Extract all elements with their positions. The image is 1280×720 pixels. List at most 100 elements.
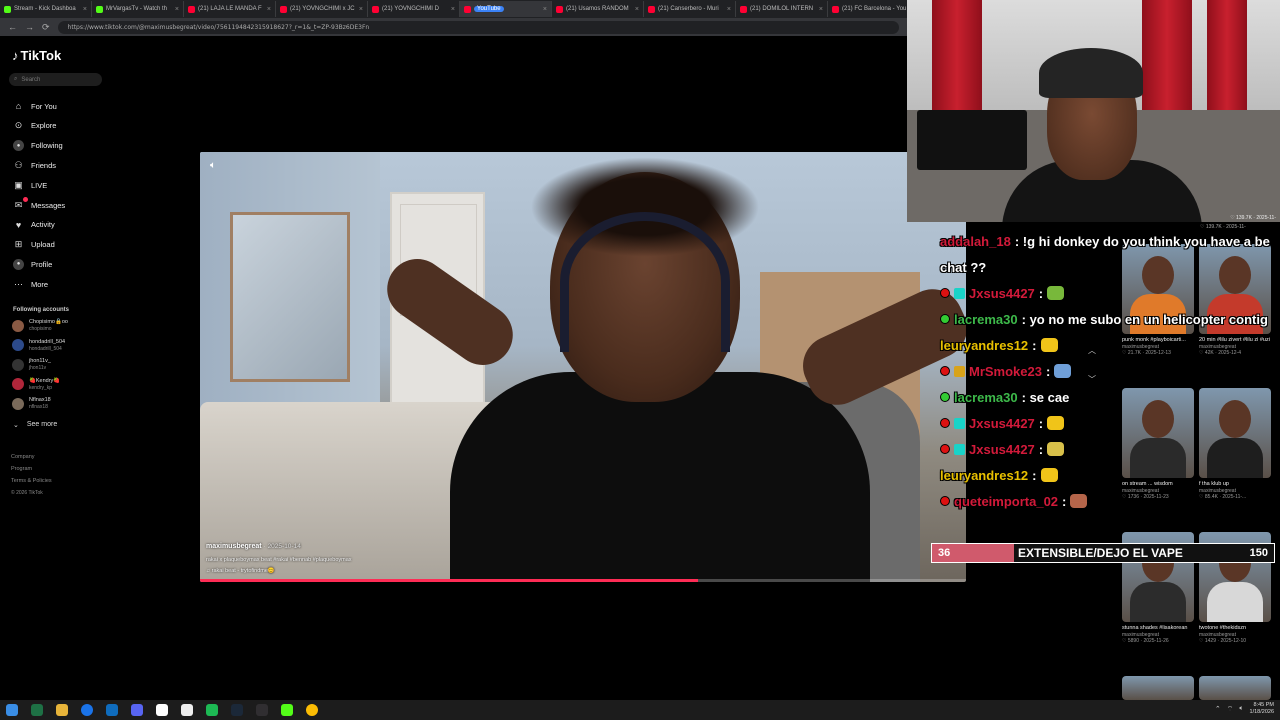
chevron-up-icon[interactable]: ⌃	[1215, 705, 1221, 713]
sidebar-item-activity[interactable]: ♥ Activity	[13, 218, 55, 232]
back-icon[interactable]: ←	[8, 22, 17, 32]
verified-badge-icon	[940, 392, 950, 402]
video-person-body	[450, 372, 870, 582]
reload-icon[interactable]: ⟳	[42, 22, 50, 33]
messages-icon: ✉	[14, 196, 28, 210]
see-more-button[interactable]: ⌄ See more	[13, 421, 57, 429]
tab-close-icon[interactable]: ×	[175, 6, 179, 13]
spotify-icon[interactable]	[206, 704, 218, 716]
moderator-badge-icon	[940, 366, 950, 376]
stream-chat-overlay: addalah_18: !g hi donkey do you think yo…	[940, 232, 1280, 512]
profile-icon: ●	[13, 258, 24, 270]
tab-favicon-icon	[4, 5, 11, 13]
capcut-icon[interactable]	[181, 704, 193, 716]
sidebar-item-more[interactable]: ⋯ More	[13, 277, 48, 291]
url-field[interactable]: https://www.tiktok.com/@maximusbegreat/v…	[57, 20, 899, 34]
following-icon: ●	[13, 140, 24, 152]
video-progress-bar[interactable]	[200, 579, 966, 582]
chat-username: Jxsus4427	[969, 285, 1035, 301]
sidebar-item-explore[interactable]: ⊙ Explore	[13, 119, 57, 133]
following-account[interactable]: Chopisimo🔒oo chopisimo	[12, 319, 68, 332]
discord-icon[interactable]	[131, 704, 143, 716]
steam-icon[interactable]	[231, 704, 243, 716]
tab-close-icon[interactable]: ×	[727, 6, 731, 13]
chat-message: Jxsus4427:	[940, 440, 1065, 458]
related-video-thumbnail[interactable]	[1122, 676, 1194, 700]
sidebar-item-upload[interactable]: ⊞ Upload	[13, 238, 55, 252]
windows-icon[interactable]	[6, 704, 18, 716]
video-frame	[200, 152, 966, 582]
account-name: hondadrill_504	[29, 338, 66, 345]
browser-tab[interactable]: YouTube ×	[460, 1, 552, 17]
related-video-thumbnail[interactable]	[1199, 676, 1271, 700]
tab-close-icon[interactable]: ×	[451, 6, 455, 13]
tab-favicon-icon	[464, 5, 471, 13]
video-music[interactable]: ♫ rakai beat - trytofindme😊	[206, 568, 352, 574]
sidebar-item-for-you[interactable]: ⌂ For You	[13, 99, 57, 113]
browser-tab[interactable]: (21) DOMILOL INTERN ×	[736, 1, 828, 17]
moderator-badge-icon	[940, 444, 950, 454]
file-explorer-icon[interactable]	[56, 704, 68, 716]
kick-icon[interactable]	[281, 704, 293, 716]
following-account[interactable]: jhon11v_ jhon11v	[12, 358, 51, 371]
forward-icon[interactable]: →	[25, 22, 34, 32]
chat-username: lacrema30	[954, 311, 1018, 327]
sidebar-item-label: Upload	[31, 240, 55, 250]
browser-tab[interactable]: Stream - Kick Dashboa ×	[0, 1, 92, 17]
browser-tab[interactable]: (21) LAJA LE MANDA F ×	[184, 1, 276, 17]
following-account[interactable]: 🍓Kendry🍓 kendry_kp	[12, 378, 60, 391]
browser-tab[interactable]: (21) YOVNGCHIMI D ×	[368, 1, 460, 17]
footer-program[interactable]: Program	[11, 463, 52, 475]
sidebar-item-profile[interactable]: ● Profile	[13, 257, 52, 271]
volume-icon[interactable]: 🔈︎	[1239, 705, 1243, 713]
clock[interactable]: 8:45 PM 1/18/2026	[1250, 702, 1274, 716]
account-handle: kendry_kp	[29, 384, 53, 391]
tab-close-icon[interactable]: ×	[267, 6, 271, 13]
moderator-badge-icon	[940, 496, 950, 506]
excel-icon[interactable]	[31, 704, 43, 716]
tiktok-sidebar: ♪ TikTok ⌕ Search ⌂ For You ⊙ Explore ● Follo…	[0, 36, 200, 700]
capcut-icon[interactable]	[156, 704, 168, 716]
browser-tab[interactable]: (21) YOVNGCHIMI x JC ×	[276, 1, 368, 17]
subscriber-badge-icon	[954, 365, 965, 377]
network-icon[interactable]: ⌔	[1227, 705, 1234, 714]
sidebar-item-live[interactable]: ▣ LIVE	[13, 178, 47, 192]
obs-icon[interactable]	[256, 704, 268, 716]
video-player[interactable]: 🔈︎ maximusbegreat · 2025-10-14 rakai x p…	[200, 152, 966, 582]
volume-icon[interactable]: 🔈︎	[210, 160, 216, 171]
account-handle: nflnax18	[29, 404, 48, 410]
following-account[interactable]: Nflnax18 nflnax18	[12, 397, 51, 410]
chat-username: Jxsus4427	[969, 441, 1035, 457]
related-video-stats: ♡ 1429 · 2025-12-10	[1199, 638, 1247, 644]
tab-title: Stream - Kick Dashboa	[14, 6, 76, 12]
chat-message: chat ??	[940, 258, 986, 276]
chat-text: :	[1062, 493, 1067, 509]
footer-terms[interactable]: Terms & Policies	[11, 475, 52, 487]
browser-tab[interactable]: (21) Usamos RANDOM ×	[552, 1, 644, 17]
chrome-icon[interactable]	[306, 704, 318, 716]
tab-title: (21) Canserbero - Muri	[658, 6, 719, 12]
browser-tab[interactable]: (21) FC Barcelona - You×	[828, 1, 907, 17]
tab-favicon-icon	[188, 5, 195, 13]
tab-close-icon[interactable]: ×	[635, 6, 639, 13]
outlook-icon[interactable]	[106, 704, 118, 716]
tab-favicon-icon	[832, 5, 839, 13]
search-input[interactable]: ⌕ Search	[9, 73, 102, 86]
chat-message: leuryandres12:	[940, 336, 1058, 354]
sidebar-item-friends[interactable]: ⚇ Friends	[13, 158, 56, 172]
sidebar-item-following[interactable]: ● Following	[13, 139, 63, 153]
chrome-icon[interactable]	[81, 704, 93, 716]
tiktok-logo[interactable]: ♪ TikTok	[12, 48, 61, 63]
following-account[interactable]: hondadrill_504 hondadrill_504	[12, 339, 65, 352]
browser-tab[interactable]: (21) Canserbero - Muri ×	[644, 1, 736, 17]
tab-title: (21) FC Barcelona - You	[842, 6, 907, 12]
footer-company[interactable]: Company	[11, 451, 52, 463]
video-author[interactable]: maximusbegreat · 2025-10-14	[206, 543, 352, 550]
sidebar-item-messages[interactable]: ✉ Messages	[13, 196, 65, 212]
tab-close-icon[interactable]: ×	[83, 6, 87, 13]
tab-close-icon[interactable]: ×	[359, 6, 363, 13]
browser-tab[interactable]: MrVargasTv - Watch th ×	[92, 1, 184, 17]
tab-close-icon[interactable]: ×	[819, 6, 823, 13]
chat-message: lacrema30: yo no me subo en un helicopte…	[940, 310, 1268, 328]
tab-close-icon[interactable]: ×	[543, 6, 547, 13]
